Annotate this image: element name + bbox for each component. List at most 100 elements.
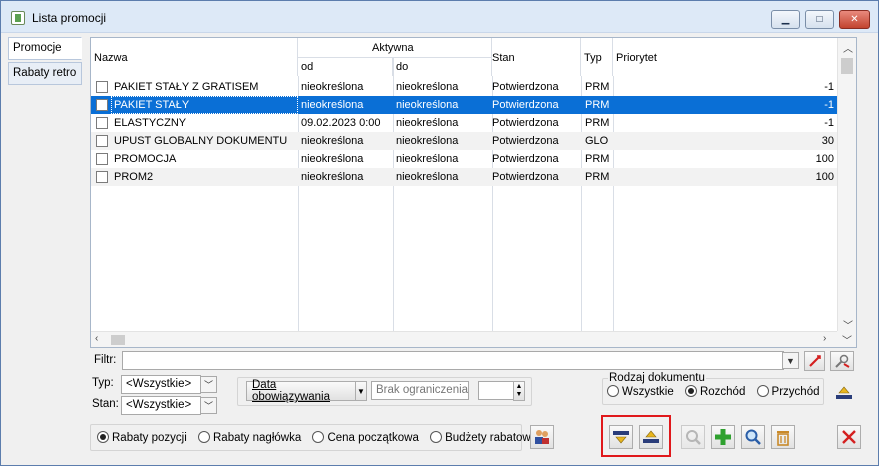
cell-status: Potwierdzona bbox=[492, 153, 559, 165]
radio-circle-icon bbox=[684, 385, 697, 397]
delete-button[interactable] bbox=[771, 425, 795, 449]
scroll-left-icon[interactable]: ‹ bbox=[95, 333, 98, 344]
cell-priority: 100 bbox=[815, 171, 834, 183]
table-row[interactable]: ELASTYCZNY 09.02.2023 0:00 nieokreślona Pot… bbox=[91, 114, 837, 132]
status-select[interactable]: <Wszystkie> bbox=[121, 396, 201, 415]
cell-to: nieokreślona bbox=[396, 153, 459, 165]
close-button[interactable] bbox=[837, 425, 861, 449]
title-bar: Lista promocji ▁ □ ✕ bbox=[1, 1, 878, 33]
column-header-priority[interactable]: Priorytet bbox=[613, 38, 837, 76]
magnifier-icon bbox=[745, 429, 761, 445]
date-range-field[interactable]: Brak ograniczenia bbox=[371, 381, 469, 400]
cell-type: PRM bbox=[585, 153, 610, 165]
column-header-from[interactable]: od bbox=[298, 58, 393, 76]
status-dropdown-icon[interactable]: ﹀ bbox=[200, 397, 217, 414]
radio-circle-icon bbox=[607, 385, 619, 397]
clear-filter-button[interactable] bbox=[804, 351, 825, 371]
table-row[interactable]: PAKIET STAŁY Z GRATISEM nieokreślona nieok… bbox=[91, 78, 837, 96]
cell-status: Potwierdzona bbox=[492, 117, 559, 129]
table-row[interactable]: PROM2 nieokreślona nieokreślona Potwierdzon… bbox=[91, 168, 837, 186]
promotion-list-window: Lista promocji ▁ □ ✕ Promocje Rabaty ret… bbox=[0, 0, 879, 466]
app-icon bbox=[11, 11, 25, 25]
date-filter-dropdown-icon[interactable]: ▼ bbox=[355, 381, 367, 401]
edit-button[interactable] bbox=[741, 425, 765, 449]
radio-rabaty-naglowka[interactable]: Rabaty nagłówka bbox=[198, 431, 302, 444]
radio-circle-icon bbox=[430, 431, 443, 443]
close-window-button[interactable]: ✕ bbox=[839, 10, 870, 29]
row-checkbox[interactable] bbox=[96, 171, 108, 183]
scroll-thumb-horizontal[interactable] bbox=[111, 335, 125, 345]
radio-rozchod[interactable]: Rozchód bbox=[684, 385, 746, 398]
radio-wszystkie[interactable]: Wszystkie bbox=[607, 385, 674, 398]
cell-to: nieokreślona bbox=[396, 117, 459, 129]
scroll-thumb[interactable] bbox=[841, 58, 853, 74]
cell-priority: 100 bbox=[815, 153, 834, 165]
column-header-type[interactable]: Typ bbox=[581, 38, 613, 76]
type-label: Typ: bbox=[92, 377, 114, 389]
column-header-name-label: Nazwa bbox=[94, 52, 128, 64]
tab-rabaty-retro[interactable]: Rabaty retro bbox=[8, 62, 82, 85]
column-header-status[interactable]: Stan bbox=[492, 38, 581, 76]
type-select[interactable]: <Wszystkie> bbox=[121, 375, 201, 394]
row-checkbox[interactable] bbox=[96, 153, 108, 165]
scroll-right-icon[interactable]: › bbox=[823, 333, 826, 344]
date-filter-button[interactable]: Data obowiązywania bbox=[246, 379, 356, 403]
radio-rozchod-label: Rozchód bbox=[699, 386, 746, 398]
cell-from: nieokreślona bbox=[301, 171, 364, 183]
cell-type: PRM bbox=[585, 81, 610, 93]
people-button[interactable] bbox=[530, 425, 554, 449]
cell-from: nieokreślona bbox=[301, 135, 364, 147]
export-selected-button[interactable] bbox=[639, 425, 663, 449]
scroll-down-icon[interactable]: ﹀ bbox=[842, 332, 852, 347]
clear-filter-icon bbox=[808, 355, 821, 367]
import-button[interactable] bbox=[609, 425, 633, 449]
horizontal-scrollbar[interactable]: ‹ › bbox=[91, 331, 837, 347]
cell-status: Potwierdzona bbox=[492, 99, 559, 111]
row-checkbox[interactable] bbox=[96, 99, 108, 111]
column-header-to[interactable]: do bbox=[393, 58, 492, 76]
tab-promocje[interactable]: Promocje bbox=[8, 37, 82, 60]
scroll-up-icon[interactable]: ︿ bbox=[843, 40, 853, 55]
radio-rabaty-pozycji[interactable]: Rabaty pozycji bbox=[97, 431, 187, 444]
filter-dropdown-icon[interactable]: ▼ bbox=[782, 352, 799, 369]
radio-przychod[interactable]: Przychód bbox=[756, 385, 819, 398]
type-dropdown-icon[interactable]: ﹀ bbox=[200, 376, 217, 393]
filter-input[interactable] bbox=[122, 351, 784, 370]
row-checkbox[interactable] bbox=[96, 81, 108, 93]
promotions-table: Nazwa Aktywna od do Stan Typ Priorytet P… bbox=[90, 37, 857, 348]
minimize-button[interactable]: ▁ bbox=[771, 10, 800, 29]
row-checkbox[interactable] bbox=[96, 135, 108, 147]
column-header-name[interactable]: Nazwa bbox=[91, 38, 298, 76]
date-spinner-arrows[interactable]: ▲ ▼ bbox=[513, 381, 525, 401]
cell-priority: -1 bbox=[824, 81, 834, 93]
radio-budzety-rabatowe-label: Budżety rabatowe bbox=[445, 432, 538, 444]
document-kind-label: Rodzaj dokumentu bbox=[608, 372, 706, 384]
vertical-scrollbar[interactable]: ︿ ﹀ bbox=[837, 38, 856, 332]
filter-options-button[interactable] bbox=[830, 351, 854, 371]
row-checkbox[interactable] bbox=[96, 117, 108, 129]
column-header-active-label: Aktywna bbox=[372, 42, 414, 54]
radio-cena-poczatkowa[interactable]: Cena początkowa bbox=[312, 431, 419, 444]
table-row[interactable]: PAKIET STAŁY nieokreślona nieokreślona Potw… bbox=[91, 96, 837, 114]
export-button[interactable] bbox=[835, 385, 853, 401]
date-spinner-field[interactable] bbox=[478, 381, 514, 400]
add-button[interactable] bbox=[711, 425, 735, 449]
cell-status: Potwierdzona bbox=[492, 171, 559, 183]
cell-status: Potwierdzona bbox=[492, 81, 559, 93]
radio-circle-icon bbox=[198, 431, 210, 443]
radio-rabaty-naglowka-label: Rabaty nagłówka bbox=[213, 432, 302, 444]
column-header-type-label: Typ bbox=[584, 52, 602, 64]
cell-priority: -1 bbox=[824, 99, 834, 111]
preview-button[interactable] bbox=[681, 425, 705, 449]
table-row[interactable]: UPUST GLOBALNY DOKUMENTU nieokreślona nieo… bbox=[91, 132, 837, 150]
scroll-down-icon[interactable]: ﹀ bbox=[843, 317, 853, 332]
maximize-button[interactable]: □ bbox=[805, 10, 834, 29]
cell-from: 09.02.2023 0:00 bbox=[301, 117, 381, 129]
radio-budzety-rabatowe[interactable]: Budżety rabatowe bbox=[430, 431, 538, 444]
cell-type: GLO bbox=[585, 135, 609, 147]
radio-circle-icon bbox=[97, 431, 109, 443]
date-filter-button-label: Data obowiązywania bbox=[252, 379, 330, 403]
cell-from: nieokreślona bbox=[301, 81, 364, 93]
table-row[interactable]: PROMOCJA nieokreślona nieokreślona Potwierd… bbox=[91, 150, 837, 168]
discount-mode-radios: Rabaty pozycji Rabaty nagłówka Cena pocz… bbox=[97, 431, 545, 444]
